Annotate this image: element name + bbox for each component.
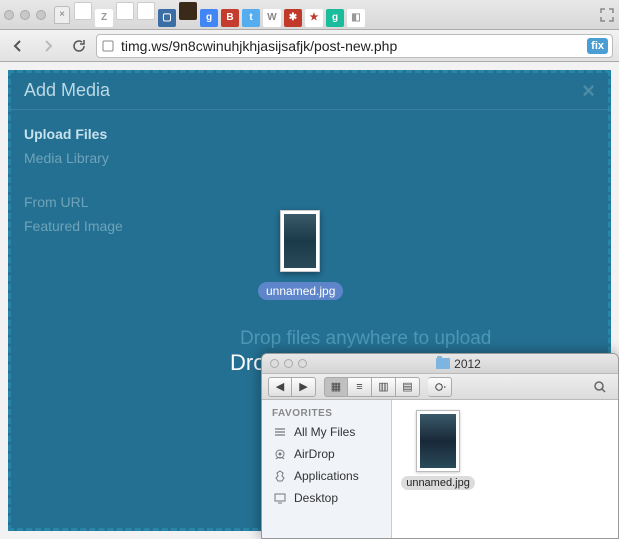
traffic-light-zoom[interactable] [298, 359, 307, 368]
traffic-light-minimize[interactable] [284, 359, 293, 368]
apps-icon [272, 468, 288, 484]
finder-sidebar-item[interactable]: Applications [262, 465, 391, 487]
back-button[interactable] [6, 35, 30, 57]
finder-sidebar-item[interactable]: Desktop [262, 487, 391, 509]
finder-sidebar-label: All My Files [294, 425, 355, 439]
folder-icon [436, 358, 450, 369]
finder-toolbar: ◀ ▶ ▦ ≡ ▥ ▤ [262, 374, 618, 400]
view-list-button[interactable]: ≡ [348, 377, 372, 397]
finder-search-icon[interactable] [588, 377, 612, 397]
tab-favicon[interactable] [116, 2, 134, 20]
sidebar-item[interactable]: Featured Image [24, 214, 146, 238]
tab-favicon[interactable] [74, 2, 92, 20]
finder-sidebar-item[interactable]: AirDrop [262, 443, 391, 465]
desktop-icon [272, 490, 288, 506]
drag-ghost-thumbnail [280, 210, 320, 272]
browser-toolbar: fix [0, 30, 619, 62]
view-columns-button[interactable]: ▥ [372, 377, 396, 397]
reload-button[interactable] [66, 35, 90, 57]
finder-sidebar-label: AirDrop [294, 447, 335, 461]
url-input[interactable] [117, 38, 587, 54]
extension-badge[interactable]: fix [587, 38, 608, 54]
traffic-light-dim [20, 10, 30, 20]
view-icon-button[interactable]: ▦ [324, 377, 348, 397]
dropzone-hint-dim: Drop files anywhere to upload [240, 328, 491, 350]
view-coverflow-button[interactable]: ▤ [396, 377, 420, 397]
browser-tabs: × Z▢gBtW✱★g◧ [54, 2, 591, 27]
sidebar-item[interactable]: From URL [24, 190, 146, 214]
sidebar-item[interactable]: Upload Files [24, 122, 146, 146]
fullscreen-icon[interactable] [599, 7, 615, 23]
modal-title: Add Media [24, 80, 110, 101]
tab-favicon[interactable]: g [326, 9, 344, 27]
finder-sidebar: FAVORITES All My Files AirDrop Application… [262, 400, 392, 538]
airdrop-icon [272, 446, 288, 462]
finder-forward-button[interactable]: ▶ [292, 377, 316, 397]
sidebar-section-favorites: FAVORITES [262, 406, 391, 421]
sidebar-item[interactable]: Media Library [24, 146, 146, 170]
tab-favicon[interactable]: ▢ [158, 9, 176, 27]
tab-favicon[interactable]: ★ [305, 9, 323, 27]
window-controls-inactive [4, 10, 46, 20]
finder-sidebar-label: Applications [294, 469, 359, 483]
tab-favicon[interactable] [137, 2, 155, 20]
finder-window[interactable]: 2012 ◀ ▶ ▦ ≡ ▥ ▤ [261, 353, 619, 539]
all-icon [272, 424, 288, 440]
finder-sidebar-item[interactable]: All My Files [262, 421, 391, 443]
finder-back-button[interactable]: ◀ [268, 377, 292, 397]
modal-close-button[interactable]: × [582, 78, 595, 104]
tab-favicon[interactable]: t [242, 9, 260, 27]
browser-tabstrip: × Z▢gBtW✱★g◧ [0, 0, 619, 30]
finder-action-button[interactable] [428, 377, 452, 397]
finder-sidebar-label: Desktop [294, 491, 338, 505]
tab-close-button[interactable]: × [54, 6, 70, 24]
tab-favicon[interactable]: g [200, 9, 218, 27]
finder-titlebar[interactable]: 2012 [262, 354, 618, 374]
finder-view-buttons: ▦ ≡ ▥ ▤ [324, 377, 420, 397]
file-thumbnail [416, 410, 460, 472]
modal-sidebar: Upload FilesMedia Library From URLFeature… [10, 110, 160, 529]
file-item[interactable]: unnamed.jpg [402, 410, 474, 490]
tab-favicon[interactable]: ✱ [284, 9, 302, 27]
finder-nav-buttons: ◀ ▶ [268, 377, 316, 397]
site-info-icon[interactable] [99, 37, 117, 55]
finder-body: FAVORITES All My Files AirDrop Application… [262, 400, 618, 538]
tab-favicon[interactable]: Z [95, 9, 113, 27]
traffic-light-close[interactable] [270, 359, 279, 368]
finder-title-text: 2012 [454, 357, 481, 371]
modal-header: Add Media × [10, 72, 609, 110]
traffic-light-dim [36, 10, 46, 20]
traffic-light-dim [4, 10, 14, 20]
forward-button[interactable] [36, 35, 60, 57]
page-content: Add Media × Upload FilesMedia Library Fro… [0, 62, 619, 539]
finder-title: 2012 [307, 357, 610, 371]
tab-favicon[interactable]: B [221, 9, 239, 27]
tab-favicon[interactable]: W [263, 9, 281, 27]
tab-favicon[interactable] [179, 2, 197, 20]
tab-favicon[interactable]: ◧ [347, 9, 365, 27]
finder-file-area[interactable]: unnamed.jpg [392, 400, 618, 538]
file-name-label[interactable]: unnamed.jpg [401, 476, 475, 490]
address-bar[interactable]: fix [96, 34, 613, 58]
finder-window-controls [270, 359, 307, 368]
drag-ghost-filename: unnamed.jpg [258, 282, 343, 300]
